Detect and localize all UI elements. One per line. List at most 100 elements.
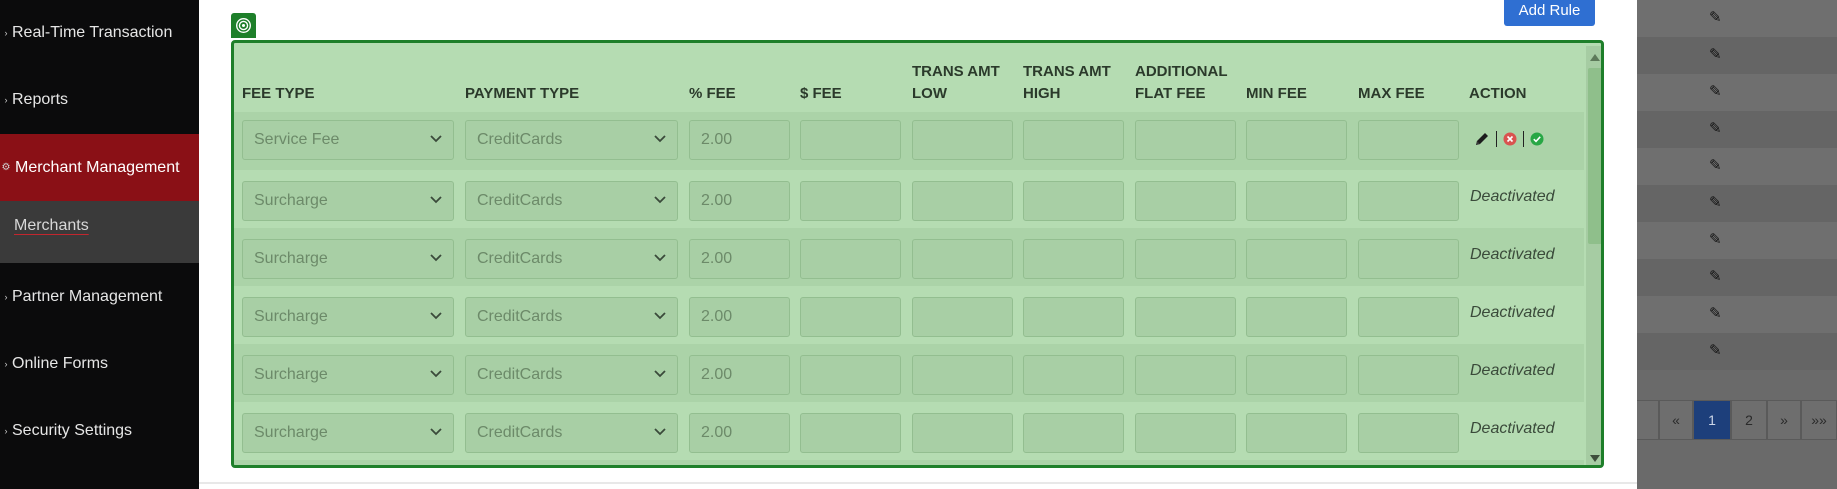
dollar-fee-input[interactable] (800, 239, 901, 279)
sidebar-item-reports[interactable]: › Reports (0, 82, 199, 118)
payment-type-select[interactable]: CreditCards (465, 239, 678, 279)
trans-amt-low-input[interactable] (912, 413, 1013, 453)
max-fee-input[interactable] (1358, 413, 1459, 453)
payment-type-select[interactable]: CreditCards (465, 413, 678, 453)
pencil-icon[interactable]: ✎ (1709, 195, 1725, 211)
additional-flat-fee-input[interactable] (1135, 120, 1236, 160)
payment-type-select[interactable]: CreditCards (465, 120, 678, 160)
payment-type-select[interactable]: CreditCards (465, 355, 678, 395)
fee-type-select[interactable]: Surcharge (242, 181, 454, 221)
sidebar-item-merchant-management[interactable]: ⚙ Merchant Management (0, 134, 199, 201)
trans-amt-low-input[interactable] (912, 181, 1013, 221)
pagination-last[interactable]: »» (1801, 400, 1837, 440)
pencil-icon[interactable]: ✎ (1709, 343, 1725, 359)
pencil-icon[interactable]: ✎ (1709, 84, 1725, 100)
trans-amt-low-input[interactable] (912, 297, 1013, 337)
pencil-icon[interactable]: ✎ (1709, 269, 1725, 285)
sidebar-item-label: Partner Management (12, 288, 163, 305)
header-trans-amt-high: TRANS AMT HIGH (1023, 63, 1111, 102)
pct-fee-value: 2.00 (701, 424, 733, 441)
max-fee-input[interactable] (1358, 239, 1459, 279)
pagination-next[interactable]: » (1767, 400, 1801, 440)
pct-fee-input[interactable]: 2.00 (689, 181, 790, 221)
trans-amt-high-input[interactable] (1023, 120, 1124, 160)
max-fee-input[interactable] (1358, 181, 1459, 221)
pagination-prev[interactable]: « (1659, 400, 1693, 440)
pagination-first[interactable] (1637, 400, 1659, 440)
pct-fee-input[interactable]: 2.00 (689, 239, 790, 279)
trans-amt-high-input[interactable] (1023, 239, 1124, 279)
sidebar-item-online-forms[interactable]: › Online Forms (0, 346, 199, 382)
table-row: ✎ (1637, 222, 1837, 259)
min-fee-input[interactable] (1246, 120, 1347, 160)
dollar-fee-input[interactable] (800, 413, 901, 453)
fee-type-value: Surcharge (254, 424, 328, 441)
chevron-down-icon (654, 135, 666, 143)
sidebar-item-security-settings[interactable]: › Security Settings (0, 413, 199, 449)
trans-amt-high-input[interactable] (1023, 355, 1124, 395)
fee-type-select[interactable]: Surcharge (242, 239, 454, 279)
pencil-icon[interactable]: ✎ (1709, 158, 1725, 174)
add-rule-button[interactable]: Add Rule (1504, 0, 1595, 26)
scroll-thumb[interactable] (1588, 68, 1601, 244)
payment-type-select[interactable]: CreditCards (465, 297, 678, 337)
trans-amt-high-input[interactable] (1023, 413, 1124, 453)
fee-type-value: Surcharge (254, 366, 328, 383)
trans-amt-high-input[interactable] (1023, 181, 1124, 221)
pencil-icon[interactable]: ✎ (1709, 10, 1725, 26)
additional-flat-fee-input[interactable] (1135, 355, 1236, 395)
check-circle-icon[interactable] (1530, 132, 1544, 146)
dollar-fee-input[interactable] (800, 355, 901, 395)
additional-flat-fee-input[interactable] (1135, 297, 1236, 337)
min-fee-input[interactable] (1246, 413, 1347, 453)
min-fee-input[interactable] (1246, 355, 1347, 395)
x-circle-icon[interactable] (1503, 132, 1517, 146)
pencil-icon[interactable]: ✎ (1709, 121, 1725, 137)
min-fee-input[interactable] (1246, 297, 1347, 337)
pencil-icon[interactable] (1474, 131, 1490, 147)
trans-amt-low-input[interactable] (912, 120, 1013, 160)
additional-flat-fee-input[interactable] (1135, 181, 1236, 221)
fee-type-value: Surcharge (254, 192, 328, 209)
scroll-down-arrow-icon[interactable] (1590, 455, 1600, 462)
pct-fee-input[interactable]: 2.00 (689, 297, 790, 337)
max-fee-input[interactable] (1358, 297, 1459, 337)
min-fee-input[interactable] (1246, 239, 1347, 279)
pagination-page-2[interactable]: 2 (1731, 400, 1767, 440)
pagination-page-1[interactable]: 1 (1693, 400, 1731, 440)
dollar-fee-input[interactable] (800, 120, 901, 160)
table-row: ✎ (1637, 185, 1837, 222)
additional-flat-fee-input[interactable] (1135, 239, 1236, 279)
payment-type-select[interactable]: CreditCards (465, 181, 678, 221)
min-fee-input[interactable] (1246, 181, 1347, 221)
table-row: Surcharge CreditCards 2.00 Deactivated (234, 402, 1584, 460)
fee-type-select[interactable]: Surcharge (242, 355, 454, 395)
sidebar-subitem-merchants[interactable]: Merchants (0, 201, 199, 263)
header-dollar-fee: $ FEE (800, 85, 842, 102)
scrollbar[interactable] (1586, 46, 1601, 465)
pct-fee-input[interactable]: 2.00 (689, 120, 790, 160)
table-row: ✎ (1637, 148, 1837, 185)
trans-amt-high-input[interactable] (1023, 297, 1124, 337)
trans-amt-low-input[interactable] (912, 239, 1013, 279)
trans-amt-low-input[interactable] (912, 355, 1013, 395)
pencil-icon[interactable]: ✎ (1709, 232, 1725, 248)
pencil-icon[interactable]: ✎ (1709, 47, 1725, 63)
scroll-up-arrow-icon[interactable] (1590, 54, 1600, 61)
payment-type-value: CreditCards (477, 192, 563, 209)
pct-fee-input[interactable]: 2.00 (689, 413, 790, 453)
sidebar-item-real-time-transaction[interactable]: › Real-Time Transaction (0, 15, 199, 51)
pct-fee-input[interactable]: 2.00 (689, 355, 790, 395)
additional-flat-fee-input[interactable] (1135, 413, 1236, 453)
max-fee-input[interactable] (1358, 355, 1459, 395)
fee-type-select[interactable]: Surcharge (242, 413, 454, 453)
sidebar-item-partner-management[interactable]: › Partner Management (0, 279, 199, 315)
pencil-icon[interactable]: ✎ (1709, 306, 1725, 322)
dollar-fee-input[interactable] (800, 297, 901, 337)
sidebar-item-label: Security Settings (12, 422, 133, 439)
fee-type-select[interactable]: Surcharge (242, 297, 454, 337)
chevron-right-icon: › (4, 426, 8, 436)
max-fee-input[interactable] (1358, 120, 1459, 160)
dollar-fee-input[interactable] (800, 181, 901, 221)
fee-type-select[interactable]: Service Fee (242, 120, 454, 160)
